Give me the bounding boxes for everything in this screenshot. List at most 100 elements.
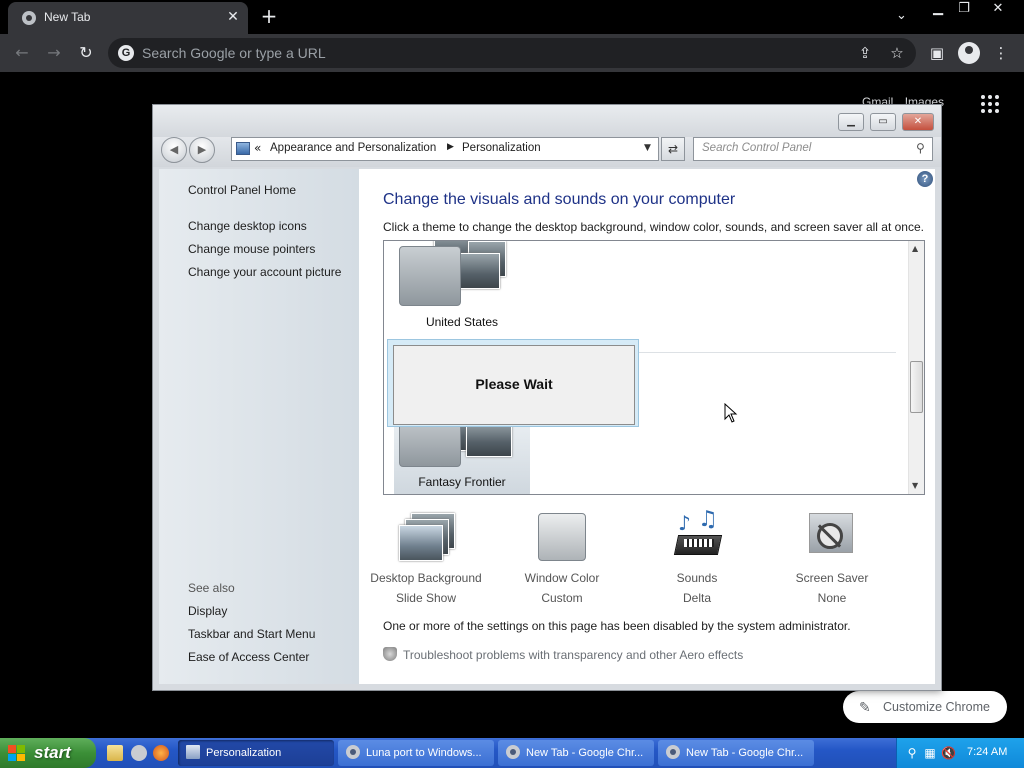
close-button[interactable]: ✕ [902, 113, 934, 131]
change-mouse-pointers-link[interactable]: Change mouse pointers [188, 242, 315, 256]
address-bar[interactable]: « Appearance and Personalization ▶ Perso… [231, 137, 659, 161]
forward-icon[interactable]: → [44, 43, 64, 63]
close-window-button[interactable]: ✕ [982, 0, 1014, 18]
reload-icon[interactable]: ↻ [76, 43, 96, 63]
profile-icon[interactable] [958, 42, 980, 64]
side-panel-icon[interactable]: ▣ [926, 42, 948, 64]
page-subtitle: Click a theme to change the desktop back… [383, 220, 924, 234]
sounds-item[interactable]: ♪ ♫ Sounds Delta [627, 507, 767, 605]
windows-logo-icon [8, 745, 26, 761]
shield-icon [383, 647, 397, 661]
start-label: start [34, 743, 71, 762]
taskbar-item-personalization[interactable]: Personalization [178, 740, 334, 766]
window-color-icon [535, 513, 589, 563]
scroll-up-icon[interactable]: ▲ [912, 244, 918, 253]
clock[interactable]: 7:24 AM [967, 746, 1007, 758]
close-tab-icon[interactable]: ✕ [224, 7, 242, 27]
category-label: Desktop Background [370, 571, 482, 585]
customize-label: Customize Chrome [883, 700, 990, 714]
forward-icon[interactable]: ▶ [189, 137, 215, 163]
chrome-icon [346, 745, 360, 759]
category-label: Screen Saver [795, 571, 869, 585]
customize-chrome-button[interactable]: ✎ Customize Chrome [843, 691, 1007, 723]
chrome-icon [506, 745, 520, 759]
disabled-message: One or more of the settings on this page… [383, 619, 851, 633]
control-panel-home-link[interactable]: Control Panel Home [188, 183, 296, 197]
pencil-icon: ✎ [859, 699, 871, 715]
taskbar: start Personalization Luna port to Windo… [0, 738, 1024, 768]
desktop-background-icon [399, 513, 455, 563]
omnibox[interactable]: Search Google or type a URL ⇪ ☆ [108, 38, 916, 68]
maximize-button[interactable]: ▭ [870, 113, 896, 131]
change-account-picture-link[interactable]: Change your account picture [188, 265, 341, 279]
omnibox-placeholder: Search Google or type a URL [142, 45, 326, 61]
navigation-bar: ◀ ▶ « Appearance and Personalization ▶ P… [153, 137, 941, 167]
taskbar-start-menu-link[interactable]: Taskbar and Start Menu [188, 627, 315, 641]
back-icon[interactable]: ◀ [161, 137, 187, 163]
ease-of-access-link[interactable]: Ease of Access Center [188, 650, 309, 664]
chrome-quicklaunch-icon[interactable] [131, 745, 147, 761]
scroll-down-icon[interactable]: ▼ [912, 481, 918, 490]
scrollbar-thumb[interactable] [910, 361, 923, 413]
please-wait-dialog: Please Wait [387, 339, 639, 427]
explorer-quicklaunch-icon[interactable] [107, 745, 123, 761]
share-icon[interactable]: ⇪ [854, 42, 876, 64]
category-value: Delta [682, 591, 711, 605]
taskbar-item-label: Luna port to Windows... [366, 747, 482, 759]
category-value: Custom [541, 591, 583, 605]
taskbar-item-label: New Tab - Google Chr... [686, 747, 804, 759]
restore-button[interactable]: ❐ [948, 0, 980, 18]
theme-label: Fantasy Frontier [418, 475, 506, 489]
taskbar-item-new-tab-2[interactable]: New Tab - Google Chr... [658, 740, 814, 766]
taskbar-item-new-tab-1[interactable]: New Tab - Google Chr... [498, 740, 654, 766]
control-panel-window: ▁ ▭ ✕ ◀ ▶ « Appearance and Personalizati… [152, 104, 942, 691]
star-icon[interactable]: ☆ [886, 42, 908, 64]
chevron-down-icon[interactable]: ▼ [644, 143, 651, 153]
change-desktop-icons-link[interactable]: Change desktop icons [188, 219, 307, 233]
breadcrumb-arrow-icon[interactable]: ▶ [447, 142, 454, 152]
troubleshoot-link[interactable]: Troubleshoot problems with transparency … [383, 647, 743, 662]
breadcrumb-personalization[interactable]: Personalization [462, 142, 541, 154]
category-label: Window Color [524, 571, 600, 585]
sounds-icon: ♪ ♫ [670, 507, 724, 563]
back-icon[interactable]: ← [12, 43, 32, 63]
chrome-tab-strip: New Tab ✕ + ⌄ ▁ ❐ ✕ [0, 0, 1024, 34]
help-icon[interactable]: ? [917, 171, 933, 187]
theme-label: United States [425, 315, 499, 329]
tab-new-tab[interactable]: New Tab ✕ [8, 2, 248, 34]
vertical-scrollbar[interactable]: ▲ ▼ [908, 241, 924, 494]
theme-fantasy-frontier[interactable]: Fantasy Frontier [394, 413, 530, 494]
theme-list[interactable]: United States Fantasy Frontier Please Wa… [383, 240, 925, 495]
window-titlebar[interactable]: ▁ ▭ ✕ [153, 105, 941, 137]
breadcrumb-appearance[interactable]: Appearance and Personalization [270, 142, 436, 154]
troubleshoot-label: Troubleshoot problems with transparency … [403, 648, 744, 662]
apps-icon[interactable] [981, 95, 999, 113]
volume-muted-icon[interactable]: 🔇 [941, 746, 956, 760]
search-icon[interactable]: ⚲ [916, 141, 925, 155]
screen-saver-item[interactable]: Screen Saver None [762, 513, 902, 605]
control-panel-icon [186, 745, 200, 759]
display-link[interactable]: Display [188, 604, 227, 618]
minimize-button[interactable]: ▁ [838, 113, 864, 131]
more-icon[interactable]: ⋮ [990, 42, 1012, 64]
refresh-icon[interactable]: ⇄ [661, 137, 685, 161]
mouse-cursor-icon [724, 403, 738, 423]
network-icon[interactable]: ▦ [923, 746, 937, 760]
desktop-background-item[interactable]: Desktop Background Slide Show [356, 513, 496, 605]
category-value: None [817, 591, 847, 605]
chrome-icon [666, 745, 680, 759]
start-button[interactable]: start [0, 738, 96, 768]
chevron-down-icon[interactable]: ⌄ [896, 8, 907, 23]
chrome-icon [22, 11, 36, 25]
breadcrumb-overflow[interactable]: « [254, 141, 261, 155]
window-color-item[interactable]: Window Color Custom [492, 513, 632, 605]
category-value: Slide Show [395, 591, 457, 605]
firefox-quicklaunch-icon[interactable] [153, 745, 169, 761]
taskbar-item-luna-port[interactable]: Luna port to Windows... [338, 740, 494, 766]
search-icon[interactable]: ⚲ [905, 746, 919, 760]
please-wait-text: Please Wait [475, 376, 553, 392]
search-input[interactable]: Search Control Panel ⚲ [693, 137, 933, 161]
category-label: Sounds [676, 571, 718, 585]
new-tab-button[interactable]: + [258, 5, 280, 27]
theme-thumbnail [399, 246, 461, 306]
